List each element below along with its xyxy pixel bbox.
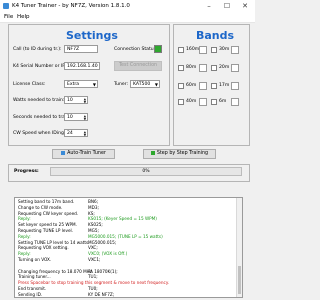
chevron-down-icon: ▼ <box>154 82 158 87</box>
minimize-button[interactable]: – <box>200 1 218 11</box>
band-60m-label: 60m <box>186 83 197 88</box>
log-command: KY DE NF7Z; <box>88 291 115 297</box>
progress-bar: 0% <box>50 167 242 176</box>
band-30m-checkbox[interactable] <box>211 47 217 53</box>
connection-status-indicator <box>154 45 162 53</box>
watts-label: Watts needed to train: <box>13 98 65 103</box>
tuner-value: KAT500 <box>133 82 151 87</box>
band-6m-label: 6m <box>219 99 227 104</box>
serial-label: K4 Serial Number or IP: <box>13 64 67 69</box>
band-160m-checkbox[interactable] <box>178 47 184 53</box>
band-20m-label: 20m <box>219 65 230 70</box>
log-row: Sending ID. KY DE NF7Z; <box>15 291 239 297</box>
train-icon <box>61 150 66 155</box>
step-icon <box>150 150 155 155</box>
log-scrollbar[interactable] <box>236 198 242 297</box>
band-60m-checkbox[interactable] <box>178 83 184 89</box>
menu-help[interactable]: Help <box>17 14 30 20</box>
connection-label: Connection Status: <box>114 47 158 52</box>
maximize-button[interactable]: ☐ <box>218 1 236 11</box>
window-title: K4 Tuner Trainer - by NF7Z, Version 1.8.… <box>12 3 130 9</box>
band-17m-status <box>231 82 239 90</box>
tuner-label: Tuner: <box>114 82 129 87</box>
tuner-select[interactable]: KAT500 ▼ <box>130 80 160 88</box>
log-rows: Setting band to 17m band. BN6; Change to C… <box>15 199 239 297</box>
progress-percent: 0% <box>142 169 150 174</box>
band-60m-status <box>199 82 207 90</box>
bands-heading: Bands <box>196 29 235 42</box>
cw-speed-value: 24 <box>67 131 73 136</box>
menu-file[interactable]: File <box>4 14 13 20</box>
watts-stepper[interactable]: 10 ▲ ▼ <box>64 96 88 104</box>
close-button[interactable]: ✕ <box>236 1 254 11</box>
step-train-button[interactable]: Step by Step Training <box>143 149 216 159</box>
band-160m-label: 160m <box>186 47 200 52</box>
spin-down-icon[interactable]: ▼ <box>84 118 86 121</box>
band-30m-label: 30m <box>219 47 230 52</box>
call-input[interactable]: NF7Z <box>64 45 98 53</box>
log-output[interactable]: Setting band to 17m band. BN6; Change to C… <box>14 197 243 298</box>
watts-value: 10 <box>67 98 73 103</box>
menu-bar <box>0 13 255 23</box>
band-80m-checkbox[interactable] <box>178 65 184 71</box>
band-20m-status <box>231 64 239 72</box>
band-160m-status <box>199 46 207 54</box>
band-80m-status <box>199 64 207 72</box>
band-40m-label: 40m <box>186 99 197 104</box>
band-6m-checkbox[interactable] <box>211 99 217 105</box>
band-40m-checkbox[interactable] <box>178 99 184 105</box>
scrollbar-thumb[interactable] <box>238 266 241 294</box>
auto-train-label: Auto-Train Tuner <box>67 151 106 156</box>
cw-speed-stepper[interactable]: 24 ▲ ▼ <box>64 129 88 137</box>
serial-input[interactable]: 192.168.1.40 <box>64 62 100 70</box>
test-connection-button[interactable]: Test Connection <box>114 61 162 71</box>
band-30m-status <box>231 46 239 54</box>
cw-speed-label: CW Speed when IDing: <box>13 131 66 136</box>
log-message: Sending ID. <box>18 291 43 297</box>
spin-down-icon[interactable]: ▼ <box>84 134 86 137</box>
seconds-stepper[interactable]: 10 ▲ ▼ <box>64 113 88 121</box>
band-40m-status <box>199 98 207 106</box>
step-train-label: Step by Step Training <box>156 151 209 156</box>
spin-down-icon[interactable]: ▼ <box>84 101 86 104</box>
band-80m-label: 80m <box>186 65 197 70</box>
band-20m-checkbox[interactable] <box>211 65 217 71</box>
progress-label: Progress: <box>14 169 39 174</box>
license-select[interactable]: Extra ▼ <box>64 80 98 88</box>
band-17m-checkbox[interactable] <box>211 83 217 89</box>
license-value: Extra <box>67 82 80 87</box>
chevron-down-icon: ▼ <box>92 82 96 87</box>
app-icon <box>3 3 9 9</box>
settings-heading: Settings <box>66 29 118 42</box>
call-label: Call (to ID during tr.): <box>13 47 62 52</box>
band-6m-status <box>231 98 239 106</box>
license-label: License Class: <box>13 82 46 87</box>
band-17m-label: 17m <box>219 83 230 88</box>
seconds-label: Seconds needed to train: <box>13 115 71 120</box>
seconds-value: 10 <box>67 115 73 120</box>
auto-train-button[interactable]: Auto-Train Tuner <box>52 149 115 159</box>
